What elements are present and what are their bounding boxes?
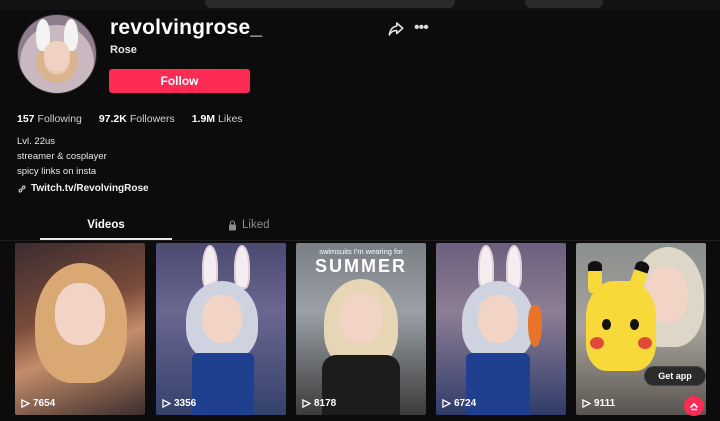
bio-line: streamer & cosplayer (17, 151, 107, 162)
lock-icon (229, 219, 236, 230)
get-app-button[interactable]: Get app (644, 366, 706, 386)
nickname: Rose (110, 44, 137, 56)
video-thumbnail-art (55, 283, 105, 345)
share-icon[interactable] (387, 20, 405, 38)
view-count: 7654 (21, 398, 55, 409)
followers-count[interactable]: 97.2K (99, 113, 127, 125)
video-thumbnail-art (638, 337, 652, 349)
video-thumbnail-art (528, 305, 542, 347)
arrow-up-icon (690, 402, 698, 411)
play-icon (442, 399, 451, 408)
view-count-value: 9111 (594, 398, 616, 409)
video-card[interactable]: swimsuits I'm wearing for SUMMER 8178 (296, 243, 426, 415)
play-icon (162, 399, 171, 408)
username: revolvingrose_ (110, 16, 263, 39)
more-icon[interactable]: ••• (414, 20, 432, 38)
likes-label: Likes (218, 113, 243, 125)
video-thumbnail-art (202, 295, 242, 343)
video-overlay-caption: swimsuits I'm wearing for (319, 247, 403, 256)
video-thumbnail-art (586, 281, 656, 371)
video-card[interactable]: 3356 (156, 243, 286, 415)
profile-link[interactable]: Twitch.tv/RevolvingRose (17, 183, 149, 194)
tab-liked[interactable]: Liked (228, 219, 270, 231)
view-count-value: 6724 (454, 398, 477, 409)
video-thumbnail-art (590, 337, 604, 349)
video-thumbnail-art (340, 293, 382, 343)
video-thumbnail-art (192, 353, 254, 415)
tab-divider (0, 240, 720, 241)
tab-videos[interactable]: Videos (40, 219, 172, 231)
video-thumbnail-art (478, 295, 518, 343)
bio-line: Lvl. 22us (17, 136, 56, 147)
follow-button[interactable]: Follow (109, 69, 250, 93)
top-pill (205, 0, 455, 8)
view-count: 9111 (582, 398, 615, 409)
profile-stats: 157 Following 97.2K Followers 1.9M Likes (17, 113, 257, 125)
view-count: 3356 (162, 398, 196, 409)
video-card[interactable]: 9111 (576, 243, 706, 415)
view-count: 6724 (442, 398, 476, 409)
play-icon (582, 399, 591, 408)
likes-count: 1.9M (191, 113, 216, 125)
bio: Lvl. 22us streamer & cosplayer spicy lin… (17, 134, 107, 179)
video-thumbnail-art (630, 319, 639, 330)
play-icon (21, 399, 30, 408)
play-icon (302, 399, 311, 408)
scroll-to-top-button[interactable] (684, 396, 704, 416)
video-overlay-title: SUMMER (315, 256, 407, 276)
link-icon (18, 184, 26, 193)
following-count[interactable]: 157 (17, 113, 35, 125)
bio-line: spicy links on insta (17, 166, 97, 177)
top-pill (525, 0, 603, 8)
video-card[interactable]: 7654 (15, 243, 145, 415)
view-count-value: 8178 (314, 398, 337, 409)
view-count-value: 3356 (174, 398, 197, 409)
avatar[interactable] (17, 14, 97, 94)
avatar-face (44, 41, 70, 71)
view-count: 8178 (302, 398, 336, 409)
followers-label: Followers (129, 113, 175, 125)
video-thumbnail-art (602, 319, 611, 330)
view-count-value: 7654 (33, 398, 56, 409)
video-card[interactable]: 6724 (436, 243, 566, 415)
video-thumbnail-art (234, 245, 250, 289)
profile-link-text[interactable]: Twitch.tv/RevolvingRose (31, 183, 149, 194)
tab-liked-label[interactable]: Liked (242, 219, 270, 231)
browser-topbar (0, 0, 720, 10)
following-label: Following (37, 113, 82, 125)
